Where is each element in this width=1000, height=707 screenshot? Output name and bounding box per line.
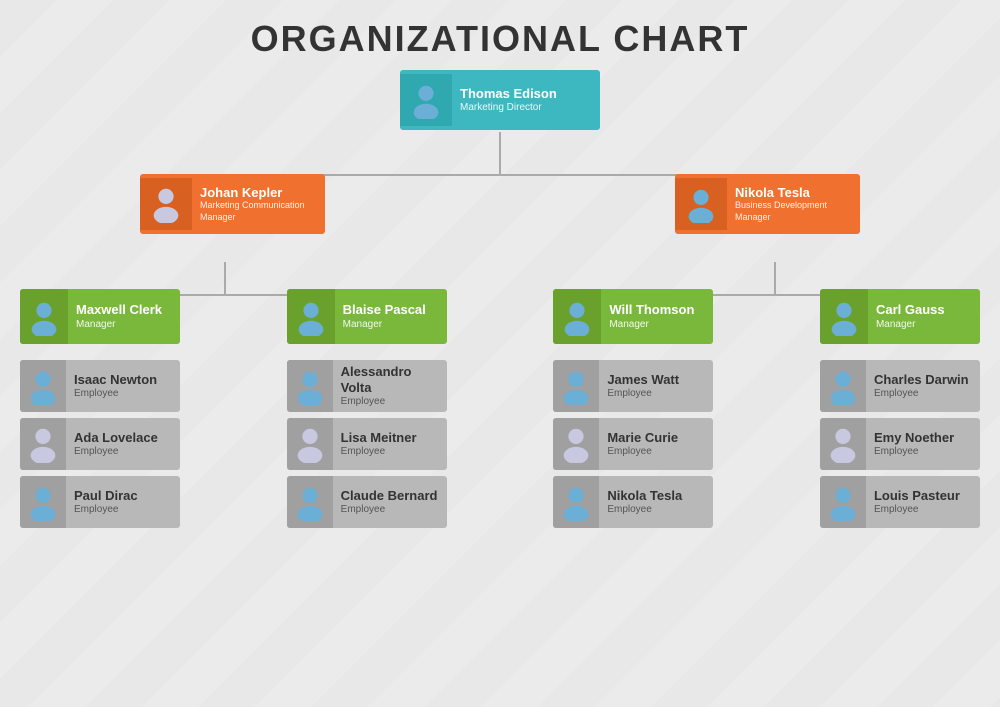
node-alessandro-volta[interactable]: Alessandro Volta Employee [287,360,447,412]
role-isaac-newton: Employee [74,387,172,400]
node-james-watt[interactable]: James Watt Employee [553,360,713,412]
avatar-thomas-edison [400,74,452,126]
node-lisa-meitner[interactable]: Lisa Meitner Employee [287,418,447,470]
name-paul-dirac: Paul Dirac [74,488,172,504]
role-maxwell-clerk: Manager [76,318,172,331]
role-thomas-edison: Marketing Director [460,101,592,114]
role-claude-bernard: Employee [341,503,439,516]
name-isaac-newton: Isaac Newton [74,372,172,388]
role-paul-dirac: Employee [74,503,172,516]
name-will-thomson: Will Thomson [609,302,705,318]
avatar-charles-darwin [820,360,866,412]
role-alessandro-volta: Employee [341,395,439,408]
avatar-louis-pasteur [820,476,866,528]
page-title: ORGANIZATIONAL CHART [0,0,1000,70]
name-marie-curie: Marie Curie [607,430,705,446]
level4-row3: Paul Dirac Employee Claude Bernard Emplo… [10,476,990,528]
avatar-james-watt [553,360,599,412]
avatar-ada-lovelace [20,418,66,470]
role-ada-lovelace: Employee [74,445,172,458]
name-claude-bernard: Claude Bernard [341,488,439,504]
name-carl-gauss: Carl Gauss [876,302,972,318]
name-alessandro-volta: Alessandro Volta [341,364,439,395]
node-nikola-tesla-l2[interactable]: Nikola Tesla Business Development Manage… [675,174,860,234]
avatar-marie-curie [553,418,599,470]
node-thomas-edison[interactable]: Thomas Edison Marketing Director [400,70,600,130]
name-james-watt: James Watt [607,372,705,388]
node-isaac-newton[interactable]: Isaac Newton Employee [20,360,180,412]
avatar-blaise-pascal [287,289,335,344]
node-louis-pasteur[interactable]: Louis Pasteur Employee [820,476,980,528]
avatar-alessandro-volta [287,360,333,412]
role-nikola-tesla-l2: Business Development Manager [735,200,852,223]
name-blaise-pascal: Blaise Pascal [343,302,439,318]
level2-row: Johan Kepler Marketing Communication Man… [10,174,990,234]
avatar-lisa-meitner [287,418,333,470]
node-paul-dirac[interactable]: Paul Dirac Employee [20,476,180,528]
node-nikola-tesla-l4[interactable]: Nikola Tesla Employee [553,476,713,528]
node-maxwell-clerk[interactable]: Maxwell Clerk Manager [20,289,180,344]
role-marie-curie: Employee [607,445,705,458]
name-emy-noether: Emy Noether [874,430,972,446]
role-lisa-meitner: Employee [341,445,439,458]
name-maxwell-clerk: Maxwell Clerk [76,302,172,318]
avatar-isaac-newton [20,360,66,412]
role-johan-kepler: Marketing Communication Manager [200,200,317,223]
role-blaise-pascal: Manager [343,318,439,331]
avatar-nikola-tesla-l4 [553,476,599,528]
node-ada-lovelace[interactable]: Ada Lovelace Employee [20,418,180,470]
name-thomas-edison: Thomas Edison [460,86,592,102]
node-will-thomson[interactable]: Will Thomson Manager [553,289,713,344]
node-blaise-pascal[interactable]: Blaise Pascal Manager [287,289,447,344]
role-emy-noether: Employee [874,445,972,458]
name-johan-kepler: Johan Kepler [200,185,317,201]
org-chart: Thomas Edison Marketing Director Johan K… [10,70,990,528]
level3-row: Maxwell Clerk Manager Blaise Pascal Mana… [10,289,990,344]
avatar-will-thomson [553,289,601,344]
name-lisa-meitner: Lisa Meitner [341,430,439,446]
avatar-carl-gauss [820,289,868,344]
role-charles-darwin: Employee [874,387,972,400]
avatar-emy-noether [820,418,866,470]
name-ada-lovelace: Ada Lovelace [74,430,172,446]
avatar-johan-kepler [140,178,192,230]
role-louis-pasteur: Employee [874,503,972,516]
name-louis-pasteur: Louis Pasteur [874,488,972,504]
role-carl-gauss: Manager [876,318,972,331]
name-nikola-tesla-l2: Nikola Tesla [735,185,852,201]
level4-row2: Ada Lovelace Employee Lisa Meitner Emplo… [10,418,990,470]
node-johan-kepler[interactable]: Johan Kepler Marketing Communication Man… [140,174,325,234]
level4-row1: Isaac Newton Employee Alessandro Volta E… [10,360,990,412]
avatar-maxwell-clerk [20,289,68,344]
avatar-claude-bernard [287,476,333,528]
avatar-nikola-tesla-l2 [675,178,727,230]
avatar-paul-dirac [20,476,66,528]
node-carl-gauss[interactable]: Carl Gauss Manager [820,289,980,344]
node-marie-curie[interactable]: Marie Curie Employee [553,418,713,470]
node-claude-bernard[interactable]: Claude Bernard Employee [287,476,447,528]
name-nikola-tesla-l4: Nikola Tesla [607,488,705,504]
role-james-watt: Employee [607,387,705,400]
role-will-thomson: Manager [609,318,705,331]
node-charles-darwin[interactable]: Charles Darwin Employee [820,360,980,412]
node-emy-noether[interactable]: Emy Noether Employee [820,418,980,470]
level1-row: Thomas Edison Marketing Director [10,70,990,130]
role-nikola-tesla-l4: Employee [607,503,705,516]
name-charles-darwin: Charles Darwin [874,372,972,388]
